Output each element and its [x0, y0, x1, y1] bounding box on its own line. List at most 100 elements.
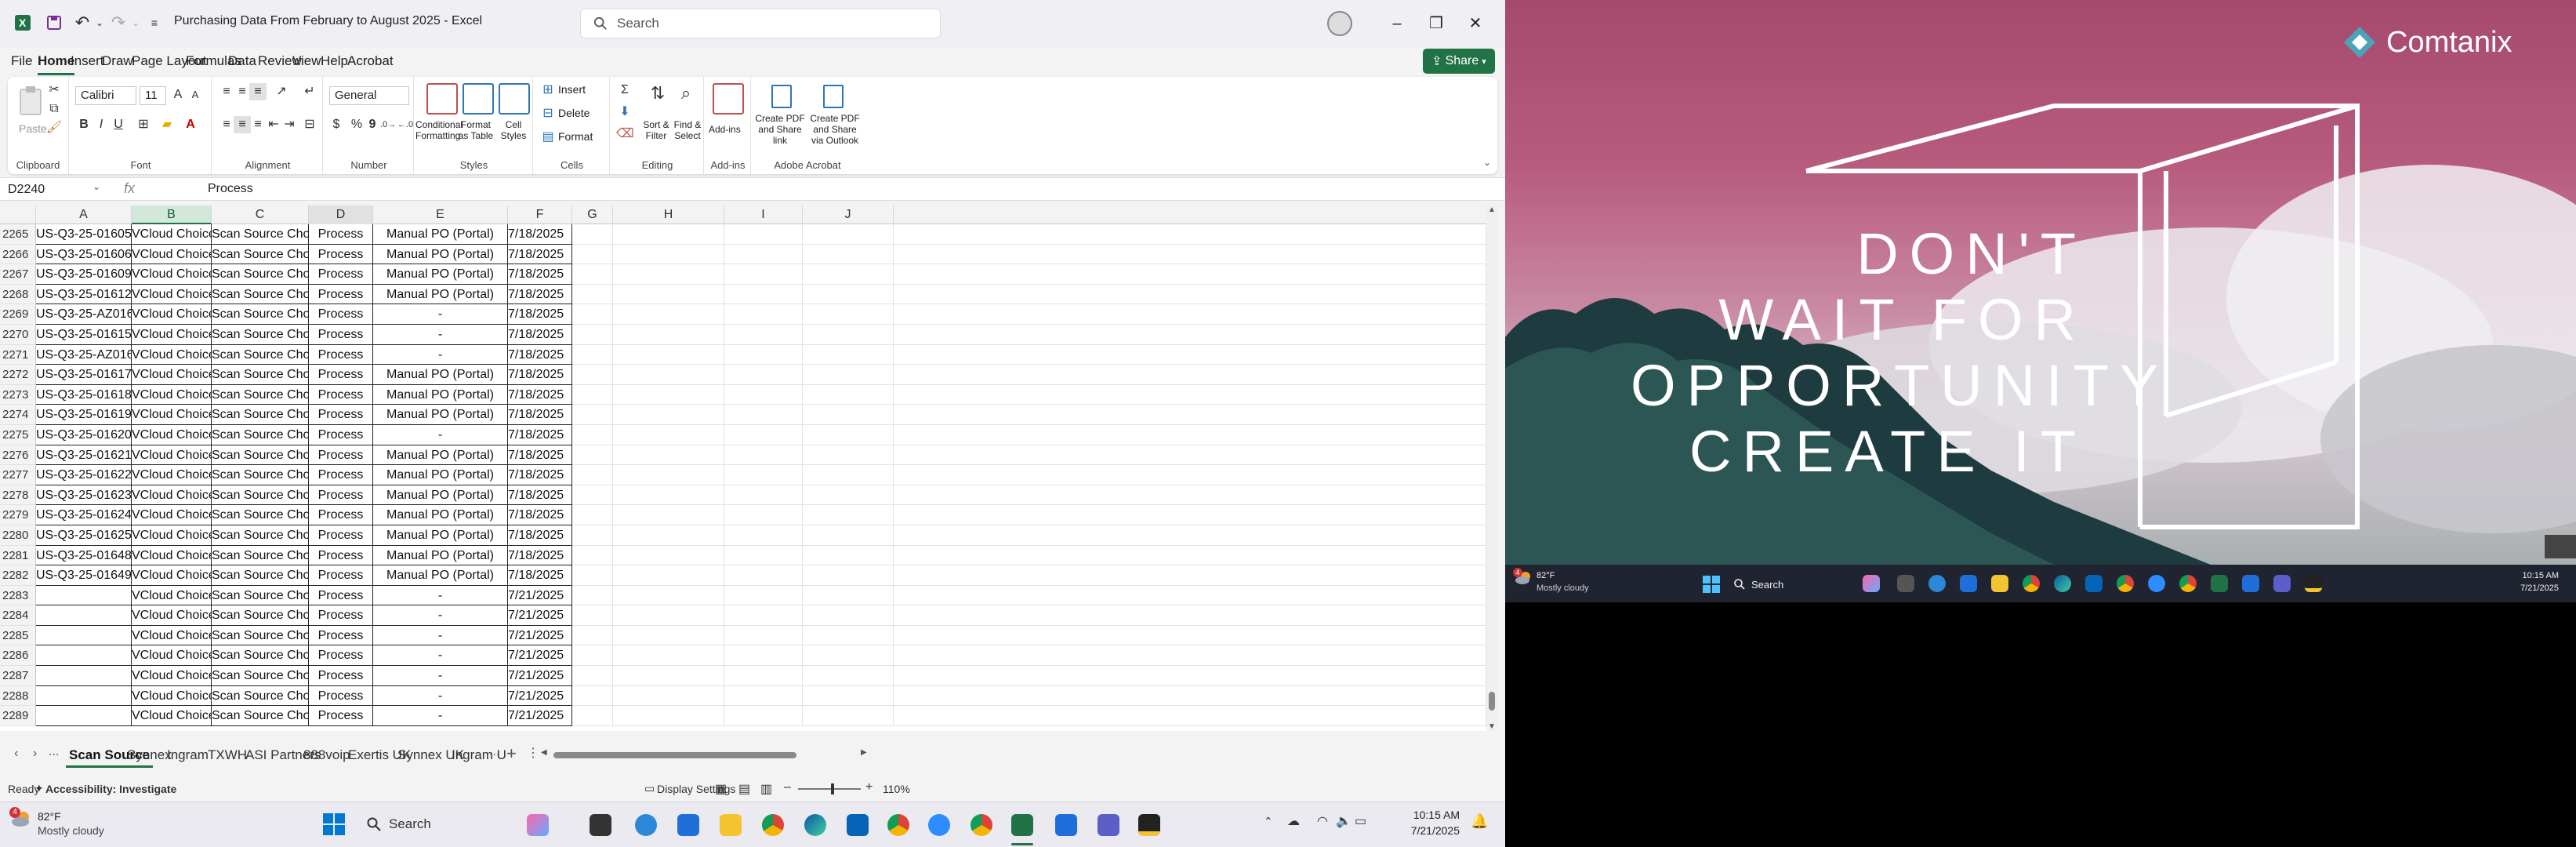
empty-cell[interactable]: [894, 645, 1486, 667]
empty-cell[interactable]: [724, 666, 803, 686]
empty-cell[interactable]: [803, 706, 894, 726]
collapse-ribbon-icon[interactable]: ⌄: [1483, 157, 1491, 168]
secondary-snipping-tool-icon[interactable]: [2242, 575, 2259, 592]
tab-acrobat[interactable]: Acrobat: [347, 53, 394, 69]
desktop-icon-partial[interactable]: [2545, 535, 2576, 558]
empty-cell[interactable]: [613, 666, 724, 686]
prev-sheet-icon[interactable]: ‹: [14, 747, 18, 761]
font-color-icon[interactable]: A: [182, 116, 199, 133]
empty-cell[interactable]: [613, 625, 724, 646]
empty-cell[interactable]: [572, 304, 613, 325]
empty-cell[interactable]: [572, 224, 613, 245]
cell-b[interactable]: VCloud Choice: [132, 465, 212, 485]
font-size-select[interactable]: 11: [140, 86, 166, 105]
row-header[interactable]: 2287: [0, 666, 36, 686]
tab-data[interactable]: Data: [228, 53, 256, 69]
currency-button[interactable]: $: [328, 116, 345, 133]
name-box-dropdown-icon[interactable]: ⌄: [93, 181, 100, 192]
cell-d[interactable]: Process: [309, 244, 373, 265]
cell-e[interactable]: Manual PO (Portal): [373, 365, 508, 385]
empty-cell[interactable]: [724, 224, 803, 245]
empty-cell[interactable]: [613, 405, 724, 425]
paste-icon[interactable]: [17, 85, 44, 116]
addins-icon[interactable]: [713, 83, 744, 115]
empty-cell[interactable]: [613, 645, 724, 667]
cell-a[interactable]: US-Q3-25-01615-P: [36, 324, 132, 345]
fx-label[interactable]: fx: [124, 180, 135, 197]
cell-f[interactable]: 7/21/2025: [508, 625, 572, 646]
cell-e[interactable]: -: [373, 605, 508, 626]
row-header[interactable]: 2286: [0, 645, 36, 667]
cell-f[interactable]: 7/18/2025: [508, 485, 572, 506]
empty-cell[interactable]: [613, 465, 724, 485]
cell-a[interactable]: US-Q3-25-01612-P: [36, 284, 132, 305]
secondary-taskbar-search[interactable]: Search: [1734, 574, 1828, 594]
scroll-down-icon[interactable]: ▼: [1488, 722, 1496, 731]
cell-a[interactable]: US-Q3-25-AZ01616-P: [36, 344, 132, 365]
cell-c[interactable]: Scan Source Choice: [212, 485, 309, 506]
row-header[interactable]: 2266: [0, 244, 36, 265]
cell-e[interactable]: Manual PO (Portal): [373, 244, 508, 265]
clock-date[interactable]: 7/21/2025: [1400, 824, 1460, 837]
clear-icon[interactable]: ⌫: [616, 125, 634, 143]
cell-b[interactable]: VCloud Choice: [132, 344, 212, 365]
column-header-f[interactable]: F: [508, 205, 572, 224]
row-header[interactable]: 2289: [0, 706, 36, 726]
row-header[interactable]: 2279: [0, 505, 36, 525]
cell-d[interactable]: Process: [309, 304, 373, 325]
cell-b[interactable]: VCloud Choice: [132, 625, 212, 646]
cell-f[interactable]: 7/18/2025: [508, 244, 572, 265]
cell-d[interactable]: Process: [309, 545, 373, 566]
increase-font-icon[interactable]: A: [169, 86, 187, 104]
empty-cell[interactable]: [724, 505, 803, 525]
cell-d[interactable]: Process: [309, 405, 373, 425]
tab-draw[interactable]: Draw: [102, 53, 133, 69]
cell-b[interactable]: VCloud Choice: [132, 445, 212, 466]
cell-e[interactable]: Manual PO (Portal): [373, 565, 508, 586]
empty-cell[interactable]: [803, 424, 894, 445]
empty-cell[interactable]: [724, 405, 803, 425]
cell-c[interactable]: Scan Source Choice: [212, 465, 309, 485]
row-header[interactable]: 2288: [0, 685, 36, 707]
row-header[interactable]: 2285: [0, 625, 36, 646]
row-header[interactable]: 2278: [0, 485, 36, 506]
empty-cell[interactable]: [724, 384, 803, 405]
empty-cell[interactable]: [894, 565, 1486, 586]
format-cells-button[interactable]: Format: [558, 130, 593, 143]
empty-cell[interactable]: [613, 505, 724, 525]
empty-cell[interactable]: [724, 284, 803, 305]
cell-d[interactable]: Process: [309, 685, 373, 707]
empty-cell[interactable]: [724, 424, 803, 445]
empty-cell[interactable]: [803, 565, 894, 586]
tab-view[interactable]: View: [292, 53, 321, 69]
empty-cell[interactable]: [613, 264, 724, 285]
cell-e[interactable]: -: [373, 666, 508, 686]
empty-cell[interactable]: [724, 565, 803, 586]
cell-f[interactable]: 7/18/2025: [508, 344, 572, 365]
taskbar-search[interactable]: Search: [367, 812, 492, 837]
wrap-text-icon[interactable]: ↵: [301, 83, 318, 100]
start-icon[interactable]: [323, 813, 345, 835]
empty-cell[interactable]: [803, 505, 894, 525]
sticky-app-icon[interactable]: [1138, 814, 1160, 836]
empty-cell[interactable]: [572, 585, 613, 606]
empty-cell[interactable]: [894, 344, 1486, 365]
cell-c[interactable]: Scan Source Choice: [212, 304, 309, 325]
empty-cell[interactable]: [724, 545, 803, 566]
empty-cell[interactable]: [894, 625, 1486, 646]
save-icon[interactable]: [42, 11, 66, 35]
volume-icon[interactable]: 🔈: [1336, 813, 1351, 829]
cell-a[interactable]: US-Q3-25-01606-P: [36, 244, 132, 265]
empty-cell[interactable]: [803, 365, 894, 385]
orientation-icon[interactable]: ↗: [273, 83, 290, 100]
cell-a[interactable]: US-Q3-25-01624-P: [36, 505, 132, 525]
cell-b[interactable]: VCloud Choice: [132, 585, 212, 606]
column-header-c[interactable]: C: [212, 205, 309, 224]
secondary-edge-icon[interactable]: [2054, 575, 2071, 592]
empty-cell[interactable]: [613, 384, 724, 405]
cell-c[interactable]: Scan Source Choice: [212, 585, 309, 606]
cell-d[interactable]: Process: [309, 645, 373, 667]
conditional-formatting-icon[interactable]: [426, 83, 458, 115]
cell-c[interactable]: Scan Source Choice: [212, 405, 309, 425]
empty-cell[interactable]: [894, 585, 1486, 606]
